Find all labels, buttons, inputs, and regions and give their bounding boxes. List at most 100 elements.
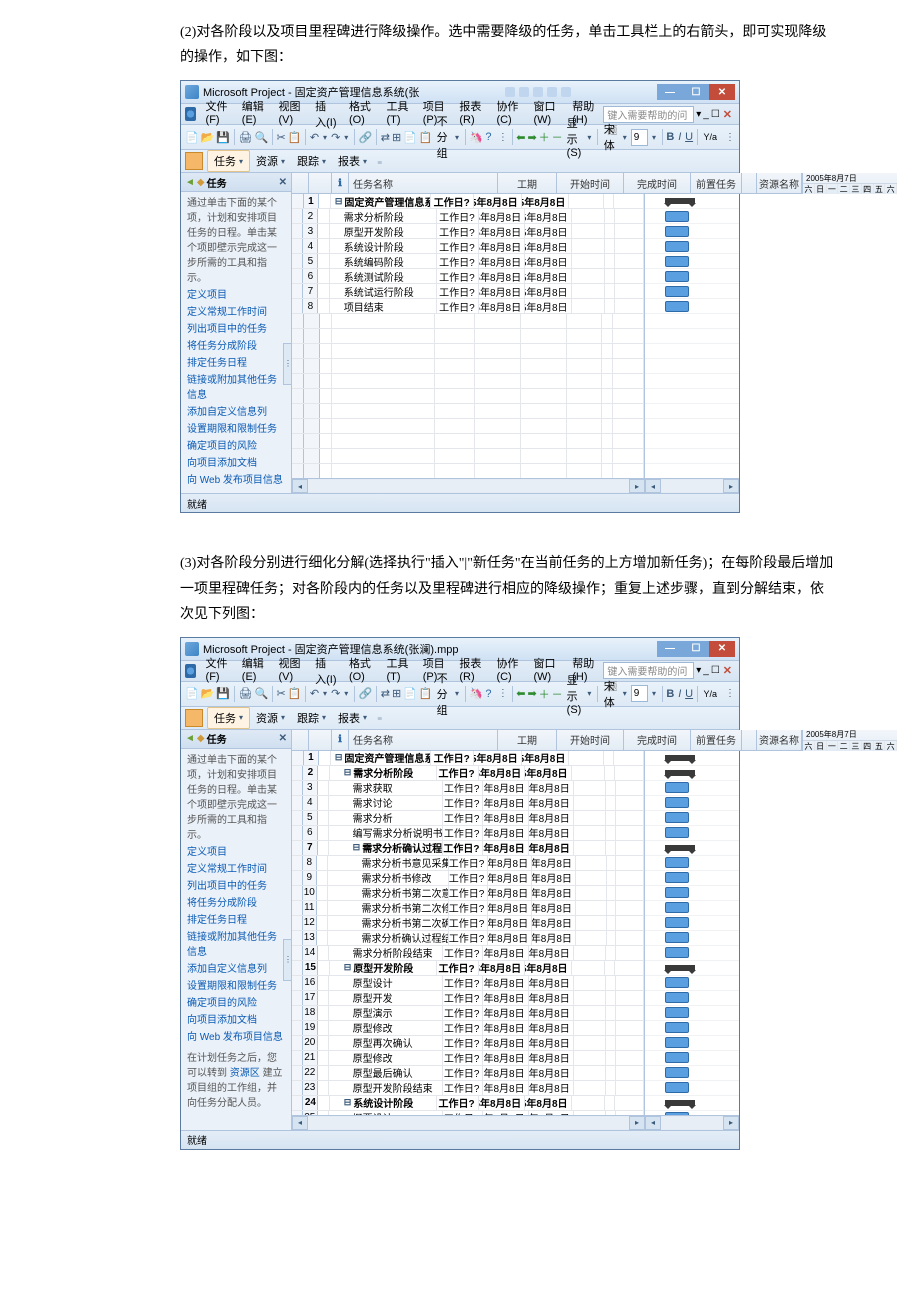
task-bar[interactable] — [665, 917, 689, 928]
group-selector[interactable]: 不分组 — [435, 670, 451, 718]
side-close-button[interactable]: ✕ — [279, 733, 287, 744]
task-bar[interactable] — [665, 992, 689, 1003]
underline-button[interactable]: U — [685, 685, 693, 703]
menu-item[interactable]: 工具(T) — [380, 655, 416, 687]
split-icon[interactable]: ⊞ — [392, 128, 401, 146]
table-row[interactable]: 3需求获取1 工作日?2005年8月8日2005年8月8日 — [292, 781, 644, 796]
table-row[interactable]: 21原型修改1 工作日?2005年8月8日2005年8月8日 — [292, 1051, 644, 1066]
table-row[interactable]: 2⊟需求分析阶段1 工作日?2005年8月8日2005年8月8日 — [292, 766, 644, 781]
task-bar[interactable] — [665, 301, 689, 312]
redo-icon[interactable]: ↷ — [331, 128, 340, 146]
preview-icon[interactable]: 🔍 — [254, 128, 268, 146]
menu-item[interactable]: 报表(R) — [453, 98, 490, 130]
task-bar[interactable] — [665, 932, 689, 943]
save-icon[interactable]: 💾 — [216, 685, 230, 703]
copy-icon[interactable]: 📋 — [288, 685, 302, 703]
side-link[interactable]: 将任务分成阶段 — [187, 339, 285, 354]
col-duration[interactable]: 工期 — [498, 730, 557, 750]
font-size[interactable]: 9 — [631, 685, 648, 702]
summary-bar[interactable] — [665, 755, 695, 761]
maximize-button[interactable]: ☐ — [683, 641, 709, 657]
table-row[interactable] — [292, 404, 644, 419]
table-row[interactable]: 6系统测试阶段1 工作日?2005年8月8日2005年8月8日 — [292, 269, 644, 284]
back-icon[interactable]: ◄ — [185, 177, 195, 188]
side-link[interactable]: 列出项目中的任务 — [187, 322, 285, 337]
close-button[interactable]: ✕ — [709, 84, 735, 100]
show-plus-icon[interactable]: ＋ — [539, 128, 550, 146]
redo-icon[interactable]: ↷ — [331, 685, 340, 703]
task-bar[interactable] — [665, 286, 689, 297]
outdent-icon[interactable]: ⬅ — [516, 685, 525, 703]
side-link[interactable]: 排定任务日程 — [187, 356, 285, 371]
print-icon[interactable]: 🖨 — [238, 685, 252, 703]
table-row[interactable]: 22原型最后确认1 工作日?2005年8月8日2005年8月8日 — [292, 1066, 644, 1081]
table-row[interactable]: 5需求分析1 工作日?2005年8月8日2005年8月8日 — [292, 811, 644, 826]
col-task-name[interactable]: 任务名称 — [349, 173, 498, 193]
menu-item[interactable]: 格式(O) — [343, 655, 381, 687]
side-link[interactable]: 定义项目 — [187, 845, 285, 860]
side-link[interactable]: 排定任务日程 — [187, 913, 285, 928]
col-pred[interactable]: 前置任务 — [691, 730, 742, 750]
task-bar[interactable] — [665, 1067, 689, 1078]
help-icon[interactable]: ? — [485, 128, 492, 146]
indent-icon[interactable]: ➡ — [527, 128, 536, 146]
col-resources[interactable]: 资源名称 — [757, 173, 802, 193]
side-link[interactable]: 确定项目的风险 — [187, 996, 285, 1011]
side-link[interactable]: 链接或附加其他任务信息 — [187, 373, 285, 403]
gantt-chart[interactable] — [644, 194, 739, 478]
underline-button[interactable]: U — [685, 128, 693, 146]
table-row[interactable] — [292, 449, 644, 464]
task-bar[interactable] — [665, 1082, 689, 1093]
view-resources[interactable]: 资源▾ — [250, 151, 291, 171]
task-bar[interactable] — [665, 1007, 689, 1018]
table-row[interactable]: 8项目结束1 工作日?2005年8月8日2005年8月8日 — [292, 299, 644, 314]
view-track[interactable]: 跟踪▾ — [291, 151, 332, 171]
menu-item[interactable]: 协作(C) — [490, 655, 527, 687]
copy-icon[interactable]: 📋 — [288, 128, 302, 146]
table-row[interactable]: 12需求分析书第二次确认1 工作日?2005年8月8日2005年8月8日 — [292, 916, 644, 931]
notes-icon[interactable]: 📋 — [419, 128, 433, 146]
side-link[interactable]: 向项目添加文档 — [187, 456, 285, 471]
table-row[interactable]: 4系统设计阶段1 工作日?2005年8月8日2005年8月8日 — [292, 239, 644, 254]
undo-icon[interactable]: ↶ — [310, 128, 319, 146]
help-search-input[interactable]: 键入需要帮助的问题 — [603, 106, 694, 123]
font-size[interactable]: 9 — [631, 129, 648, 146]
save-icon[interactable]: 💾 — [216, 128, 230, 146]
home-icon[interactable]: ◆ — [197, 733, 205, 744]
side-link[interactable]: 向 Web 发布项目信息 — [187, 1030, 285, 1045]
open-icon[interactable]: 📂 — [201, 685, 215, 703]
summary-bar[interactable] — [665, 770, 695, 776]
table-row[interactable]: 3原型开发阶段1 工作日?2005年8月8日2005年8月8日 — [292, 224, 644, 239]
gantt-h-scrollbar[interactable]: ◂▸ — [645, 1115, 739, 1130]
side-collapse-handle[interactable] — [283, 939, 291, 981]
display-selector[interactable]: 显示(S) — [565, 672, 584, 716]
preview-icon[interactable]: 🔍 — [254, 685, 268, 703]
task-grid[interactable]: 1⊟固定资产管理信息系统项目（张沪1 工作日?2005年8月8日2005年8月8… — [292, 751, 644, 1115]
table-row[interactable] — [292, 359, 644, 374]
gantt-view-icon[interactable] — [185, 709, 203, 727]
new-icon[interactable]: 📄 — [185, 685, 199, 703]
show-plus-icon[interactable]: ＋ — [539, 685, 550, 703]
summary-bar[interactable] — [665, 845, 695, 851]
table-row[interactable] — [292, 374, 644, 389]
menu-item[interactable]: 插入(I) — [309, 98, 343, 130]
task-bar[interactable] — [665, 1022, 689, 1033]
open-icon[interactable]: 📂 — [201, 128, 215, 146]
table-row[interactable]: 6编写需求分析说明书1 工作日?2005年8月8日2005年8月8日 — [292, 826, 644, 841]
col-task-name[interactable]: 任务名称 — [349, 730, 498, 750]
table-row[interactable]: 2需求分析阶段1 工作日?2005年8月8日2005年8月8日 — [292, 209, 644, 224]
menu-item[interactable]: 格式(O) — [343, 98, 381, 130]
side-link[interactable]: 列出项目中的任务 — [187, 879, 285, 894]
task-bar[interactable] — [665, 1052, 689, 1063]
table-row[interactable] — [292, 419, 644, 434]
gantt-h-scrollbar[interactable]: ◂▸ — [645, 478, 739, 493]
close-button[interactable]: ✕ — [709, 641, 735, 657]
col-start[interactable]: 开始时间 — [557, 730, 624, 750]
side-link[interactable]: 向 Web 发布项目信息 — [187, 473, 285, 488]
maximize-button[interactable]: ☐ — [683, 84, 709, 100]
table-row[interactable]: 23原型开发阶段结束1 工作日?2005年8月8日2005年8月8日 — [292, 1081, 644, 1096]
unlink-icon[interactable]: ⇄ — [381, 128, 390, 146]
cut-icon[interactable]: ✂ — [277, 685, 286, 703]
wizard-icon[interactable]: 🦄 — [469, 128, 483, 146]
task-bar[interactable] — [665, 797, 689, 808]
